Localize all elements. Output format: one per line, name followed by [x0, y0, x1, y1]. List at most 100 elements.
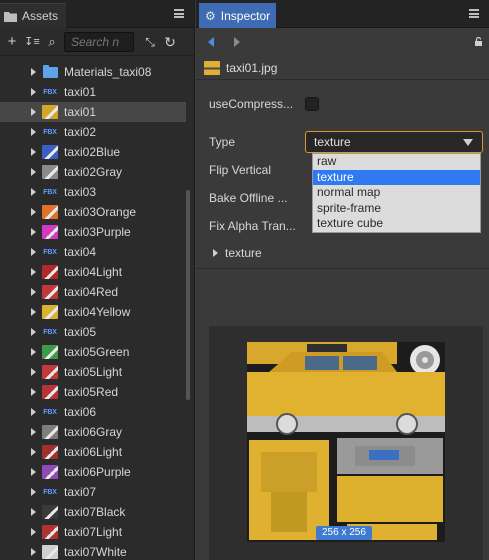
asset-name: taxi07Black [64, 505, 126, 519]
asset-row[interactable]: taxi01 [0, 102, 186, 122]
expand-arrow-icon[interactable] [31, 128, 36, 136]
asset-row[interactable]: FBX taxi02 [0, 122, 186, 142]
expand-arrow-icon[interactable] [31, 388, 36, 396]
expand-arrow-icon[interactable] [31, 308, 36, 316]
texture-section-label: texture [225, 246, 262, 260]
expand-arrow-icon[interactable] [31, 448, 36, 456]
asset-row[interactable]: taxi06Light [0, 442, 186, 462]
asset-name: taxi05 [64, 325, 97, 339]
expand-arrow-icon[interactable] [31, 428, 36, 436]
forward-arrow-icon[interactable] [234, 37, 240, 47]
asset-name: taxi03 [64, 185, 97, 199]
type-option[interactable]: normal map [313, 185, 480, 201]
expand-arrow-icon[interactable] [31, 248, 36, 256]
expand-arrow-icon[interactable] [31, 468, 36, 476]
expand-arrow-icon[interactable] [31, 328, 36, 336]
asset-name: taxi02 [64, 125, 97, 139]
expand-arrow-icon[interactable] [31, 348, 36, 356]
assets-toolbar: + ↧≡ ⌕ ⤡ ↻ [0, 28, 194, 56]
assets-tab[interactable]: Assets [0, 3, 67, 28]
expand-arrow-icon[interactable] [31, 188, 36, 196]
asset-row[interactable]: FBX taxi07 [0, 482, 186, 502]
asset-row[interactable]: taxi03Purple [0, 222, 186, 242]
texture-icon [42, 425, 58, 439]
expand-arrow-icon[interactable] [31, 508, 36, 516]
texture-icon [42, 365, 58, 379]
texture-icon [42, 545, 58, 559]
expand-arrow-icon[interactable] [31, 108, 36, 116]
expand-arrow-icon [213, 249, 218, 257]
type-option[interactable]: texture [313, 169, 480, 185]
asset-name: taxi01 [64, 105, 97, 119]
inspector-menu-icon[interactable] [469, 9, 479, 18]
assets-search-input[interactable] [64, 31, 134, 52]
expand-arrow-icon[interactable] [31, 268, 36, 276]
collapse-icon[interactable]: ⤡ [142, 34, 158, 50]
asset-row[interactable]: taxi04Light [0, 262, 186, 282]
asset-row[interactable]: Materials_taxi08 [0, 62, 186, 82]
expand-arrow-icon[interactable] [31, 408, 36, 416]
assets-menu-icon[interactable] [174, 9, 184, 18]
expand-arrow-icon[interactable] [31, 148, 36, 156]
asset-row[interactable]: taxi04Red [0, 282, 186, 302]
texture-file-icon [204, 60, 220, 75]
texture-icon [42, 265, 58, 279]
asset-name: taxi03Orange [64, 205, 137, 219]
asset-name: taxi05Light [64, 365, 123, 379]
lock-icon[interactable] [474, 37, 483, 46]
asset-row[interactable]: taxi05Red [0, 382, 186, 402]
type-select[interactable]: texture [305, 131, 483, 153]
asset-name: taxi06Light [64, 445, 123, 459]
asset-row[interactable]: taxi06Gray [0, 422, 186, 442]
expand-arrow-icon[interactable] [31, 548, 36, 556]
texture-section-header[interactable]: texture [213, 246, 262, 260]
asset-row[interactable]: taxi07Light [0, 522, 186, 542]
asset-row[interactable]: taxi02Blue [0, 142, 186, 162]
asset-row[interactable]: taxi07Black [0, 502, 186, 522]
type-option[interactable]: texture cube [313, 216, 480, 232]
search-filter-icon[interactable]: ⌕ [44, 34, 60, 50]
gear-icon: ⚙ [205, 8, 216, 23]
texture-preview: 256 x 256 [209, 326, 483, 560]
texture-icon [42, 505, 58, 519]
folder-icon [4, 11, 17, 22]
asset-row[interactable]: taxi03Orange [0, 202, 186, 222]
asset-row[interactable]: FBX taxi05 [0, 322, 186, 342]
type-option[interactable]: sprite-frame [313, 201, 480, 217]
expand-arrow-icon[interactable] [31, 528, 36, 536]
add-icon[interactable]: + [4, 33, 20, 50]
asset-name: taxi02Blue [64, 145, 121, 159]
type-dropdown-menu: raw texture normal map sprite-frame texture … [312, 153, 481, 233]
asset-row[interactable]: FBX taxi03 [0, 182, 186, 202]
sort-icon[interactable]: ↧≡ [24, 34, 40, 50]
asset-name: taxi05Green [64, 345, 130, 359]
asset-name: taxi04Light [64, 265, 123, 279]
asset-row[interactable]: taxi02Gray [0, 162, 186, 182]
asset-row[interactable]: FBX taxi01 [0, 82, 186, 102]
asset-name: taxi07 [64, 485, 97, 499]
expand-arrow-icon[interactable] [31, 168, 36, 176]
asset-row[interactable]: taxi06Purple [0, 462, 186, 482]
asset-row[interactable]: FBX taxi04 [0, 242, 186, 262]
expand-arrow-icon[interactable] [31, 228, 36, 236]
asset-row[interactable]: taxi04Yellow [0, 302, 186, 322]
use-compress-checkbox[interactable] [305, 97, 319, 111]
expand-arrow-icon[interactable] [31, 368, 36, 376]
texture-icon [42, 345, 58, 359]
expand-arrow-icon[interactable] [31, 288, 36, 296]
asset-row[interactable]: taxi05Green [0, 342, 186, 362]
expand-arrow-icon[interactable] [31, 88, 36, 96]
asset-row[interactable]: FBX taxi06 [0, 402, 186, 422]
type-option[interactable]: raw [313, 154, 480, 170]
expand-arrow-icon[interactable] [31, 488, 36, 496]
expand-arrow-icon[interactable] [31, 208, 36, 216]
asset-name: taxi03Purple [64, 225, 131, 239]
back-arrow-icon[interactable] [208, 37, 214, 47]
asset-tree-scrollbar[interactable] [186, 190, 190, 400]
asset-row[interactable]: taxi07White [0, 542, 186, 560]
fbx-model-icon: FBX [43, 88, 57, 96]
inspector-tab[interactable]: ⚙ Inspector [199, 3, 277, 28]
asset-row[interactable]: taxi05Light [0, 362, 186, 382]
refresh-icon[interactable]: ↻ [162, 34, 178, 50]
expand-arrow-icon[interactable] [31, 68, 36, 76]
